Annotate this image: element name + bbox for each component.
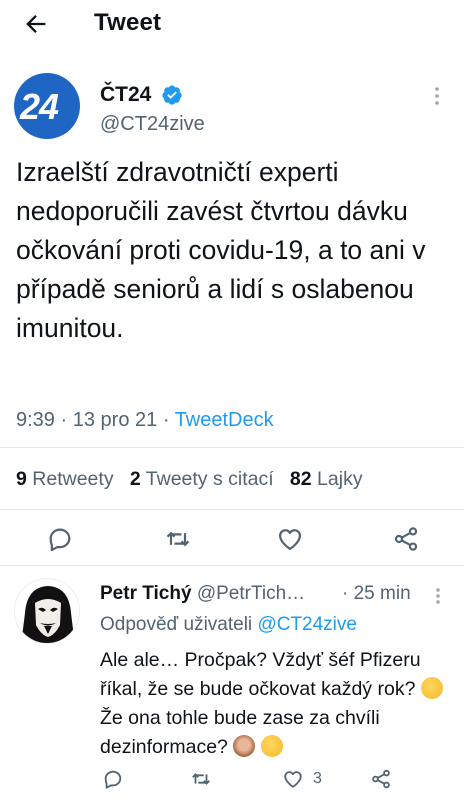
likes-stat[interactable]: 82 Lajky <box>290 468 363 490</box>
tweet-date[interactable]: 13 pro 21 <box>73 409 158 431</box>
tweet-meta: 9:39 · 13 pro 21 · TweetDeck <box>16 409 274 432</box>
meta-separator: · <box>162 409 170 431</box>
divider <box>0 565 464 566</box>
divider <box>0 509 464 510</box>
see-no-evil-monkey-icon <box>233 735 256 757</box>
replying-prefix: Odpověď uživateli <box>100 614 253 635</box>
reply-like-count: 3 <box>313 770 322 787</box>
reply-retweet-icon[interactable] <box>190 768 212 790</box>
more-options-icon[interactable] <box>434 86 440 106</box>
author-handle[interactable]: @CT24zive <box>100 113 205 136</box>
thinking-face-icon <box>420 677 443 699</box>
divider <box>0 447 464 448</box>
avatar[interactable]: 24 <box>14 73 80 139</box>
quotes-count: 2 <box>129 468 141 490</box>
top-bar: Tweet <box>0 0 464 48</box>
retweets-count: 9 <box>16 468 27 490</box>
tweet-time: 9:39 <box>16 409 55 431</box>
tweet-text: Izraelští zdravotničtí experti nedoporuč… <box>16 157 426 343</box>
reply-share-icon[interactable] <box>370 768 392 790</box>
retweet-icon[interactable] <box>164 525 192 553</box>
reply-more-options-icon[interactable] <box>435 587 441 605</box>
likes-count: 82 <box>289 468 312 490</box>
tweet-stats: 9 Retweety 2 Tweety s citací 82 Lajky <box>16 468 363 491</box>
reply-reply-icon[interactable] <box>102 768 124 790</box>
reply-time[interactable]: · 25 min <box>342 583 411 605</box>
reply-text: Ale ale… Pročpak? Vždyť šéf Pfizeru říka… <box>100 646 456 762</box>
replying-to: Odpověď uživateli @CT24zive <box>100 614 357 636</box>
grinning-squinting-face-icon <box>260 735 283 757</box>
meta-separator: · <box>60 409 68 431</box>
retweets-stat[interactable]: 9 Retweety <box>16 468 114 490</box>
replying-mention-link[interactable]: @CT24zive <box>257 614 357 635</box>
reply-author-handle[interactable]: @PetrTich… <box>197 583 305 604</box>
arrow-left-icon[interactable] <box>22 10 50 38</box>
tweet-source-link[interactable]: TweetDeck <box>175 409 274 431</box>
quotes-stat[interactable]: 2 Tweety s citací <box>130 468 274 490</box>
quotes-label: Tweety s citací <box>145 468 274 490</box>
retweets-label: Retweety <box>32 468 114 490</box>
share-icon[interactable] <box>392 525 420 553</box>
verified-badge-icon <box>162 85 182 105</box>
reply-avatar[interactable] <box>14 578 80 644</box>
page-title: Tweet <box>94 9 162 36</box>
reply-like-icon[interactable] <box>282 768 304 790</box>
like-icon[interactable] <box>276 525 304 553</box>
reply-author-name[interactable]: Petr Tichý <box>100 583 192 604</box>
likes-label: Lajky <box>317 468 363 490</box>
avatar-logo-text: 24 <box>20 86 59 127</box>
reply-header[interactable]: Petr Tichý @PetrTich… <box>100 583 305 605</box>
reply-icon[interactable] <box>46 525 74 553</box>
author-name[interactable]: ČT24 <box>100 83 151 107</box>
reply-text-part1: Ale ale… Pročpak? Vždyť šéf Pfizeru říka… <box>100 649 421 700</box>
mask-avatar-image <box>15 579 79 643</box>
